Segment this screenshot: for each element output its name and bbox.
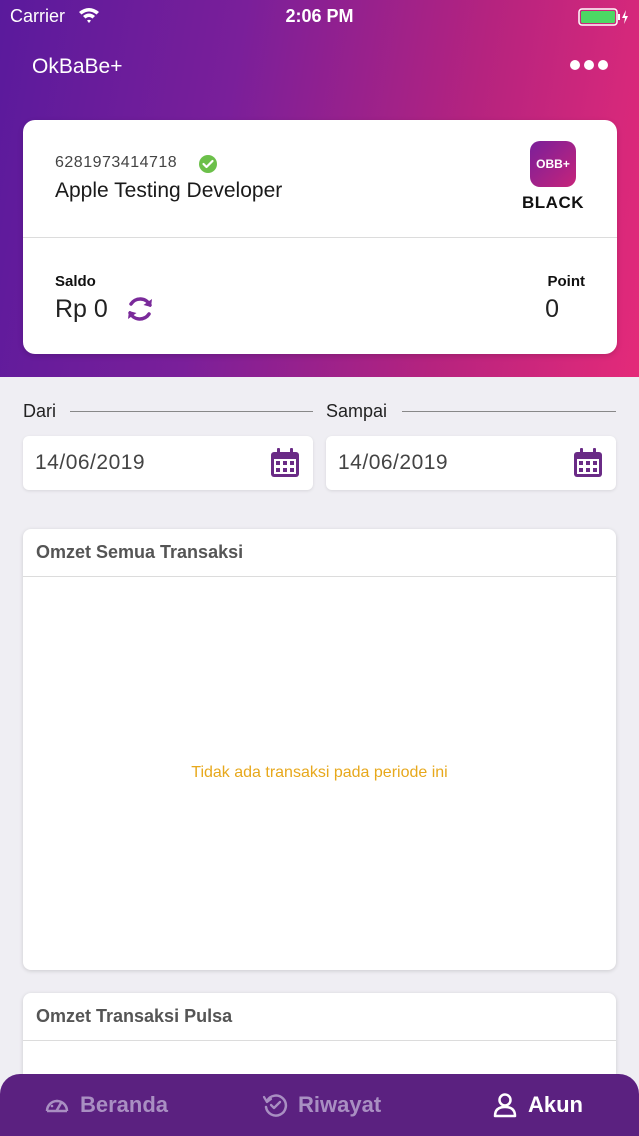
user-name: Apple Testing Developer <box>55 179 283 202</box>
panel-title: Omzet Transaksi Pulsa <box>36 1006 233 1026</box>
profile-card: 6281973414718 Apple Testing Developer OB… <box>23 120 617 354</box>
user-icon <box>493 1093 517 1118</box>
calendar-icon[interactable] <box>572 447 604 479</box>
panel-divider <box>23 1040 616 1041</box>
header: Carrier 2:06 PM OkBaBe+ 6281973414718 Ap… <box>0 0 639 377</box>
phone-number: 6281973414718 <box>55 154 178 171</box>
tab-beranda[interactable]: Beranda <box>44 1074 168 1136</box>
tab-label: Beranda <box>80 1092 169 1117</box>
panel-all-transactions: Omzet Semua Transaksi Tidak ada transaks… <box>23 529 616 970</box>
date-to-label: Sampai <box>326 401 396 422</box>
more-options-icon[interactable] <box>568 58 610 72</box>
tab-akun[interactable]: Akun <box>492 1074 583 1136</box>
tab-label: Akun <box>528 1092 583 1117</box>
battery-icon <box>578 8 628 26</box>
dashboard-icon <box>45 1099 69 1113</box>
tab-riwayat[interactable]: Riwayat <box>262 1074 381 1136</box>
member-level: BLACK <box>522 193 584 212</box>
card-divider <box>23 237 617 238</box>
status-time: 2:06 PM <box>285 6 354 26</box>
saldo-value: Rp 0 <box>55 295 108 323</box>
date-to-field[interactable]: 14/06/2019 <box>326 436 616 490</box>
empty-state-message: Tidak ada transaksi pada periode ini <box>191 764 448 781</box>
history-icon <box>262 1094 288 1117</box>
calendar-icon[interactable] <box>269 447 301 479</box>
panel-title: Omzet Semua Transaksi <box>36 542 244 562</box>
app-title: OkBaBe+ <box>32 55 123 78</box>
tab-bar: Beranda Riwayat Akun <box>0 1074 639 1136</box>
date-from-value: 14/06/2019 <box>35 451 146 474</box>
point-label: Point <box>547 273 586 290</box>
point-value: 0 <box>545 295 559 323</box>
status-bar: Carrier 2:06 PM <box>0 0 639 34</box>
panel-divider <box>23 576 616 577</box>
refresh-icon[interactable] <box>123 292 157 326</box>
date-to-line <box>402 411 616 412</box>
date-to-value: 14/06/2019 <box>338 451 449 474</box>
saldo-label: Saldo <box>55 273 96 290</box>
verified-icon <box>199 155 217 173</box>
member-logo: OBB+ <box>530 141 576 187</box>
tab-label: Riwayat <box>298 1092 382 1117</box>
date-from-line <box>70 411 313 412</box>
date-from-field[interactable]: 14/06/2019 <box>23 436 313 490</box>
date-from-label: Dari <box>23 401 65 422</box>
